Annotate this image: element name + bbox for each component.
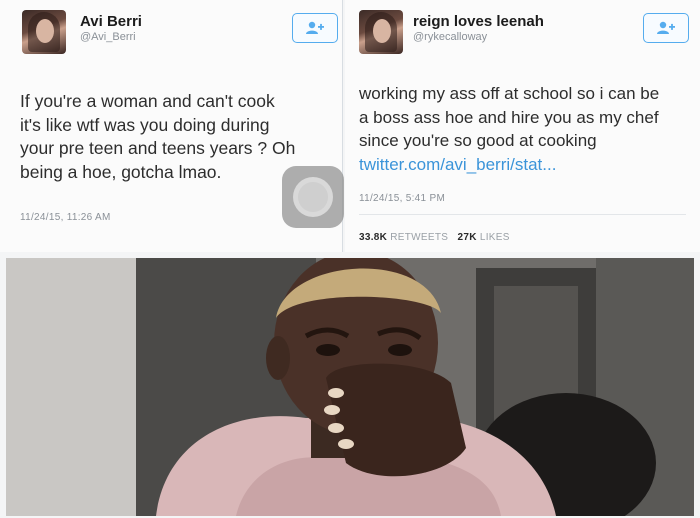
retweets-label[interactable]: RETWEETS	[390, 232, 448, 243]
divider	[359, 214, 686, 215]
tweet-card-right: reign loves leenah @rykecalloway working…	[345, 0, 700, 252]
follow-user-icon	[306, 21, 324, 35]
reaction-photo	[6, 258, 694, 516]
user-handle[interactable]: @rykecalloway	[413, 31, 487, 43]
tweet-link[interactable]: twitter.com/avi_berri/stat...	[359, 153, 700, 177]
user-name[interactable]: reign loves leenah	[413, 13, 544, 30]
avatar[interactable]	[359, 10, 403, 54]
retweets-count[interactable]: 33.8K	[359, 232, 387, 243]
tweet-text-line: working my ass off at school so i can be	[359, 84, 660, 103]
likes-count[interactable]: 27K	[458, 232, 477, 243]
tweet-stats: 33.8K RETWEETS 27K LIKES	[359, 232, 510, 243]
tweet-timestamp[interactable]: 11/24/15, 5:41 PM	[359, 193, 445, 204]
follow-user-icon	[657, 21, 675, 35]
follow-button[interactable]	[292, 13, 338, 43]
tweet-text-line: it's like wtf was you doing during	[20, 114, 270, 135]
likes-label[interactable]: LIKES	[480, 232, 510, 243]
tweet-text-line: your pre teen and teens years ? Oh	[20, 138, 296, 158]
follow-button[interactable]	[643, 13, 689, 43]
tweet-text-line: a boss ass hoe and hire you as my chef	[359, 107, 659, 127]
user-name[interactable]: Avi Berri	[80, 13, 142, 30]
assistive-touch-button[interactable]	[282, 166, 344, 228]
tweet-timestamp[interactable]: 11/24/15, 11:26 AM	[20, 212, 111, 223]
user-handle[interactable]: @Avi_Berri	[80, 31, 136, 43]
tweet-text: working my ass off at school so i can be…	[359, 82, 700, 176]
avatar[interactable]	[22, 10, 66, 54]
tweet-text-line: since you're so good at cooking	[359, 131, 597, 150]
tweet-text-line: If you're a woman and can't cook	[20, 91, 275, 111]
